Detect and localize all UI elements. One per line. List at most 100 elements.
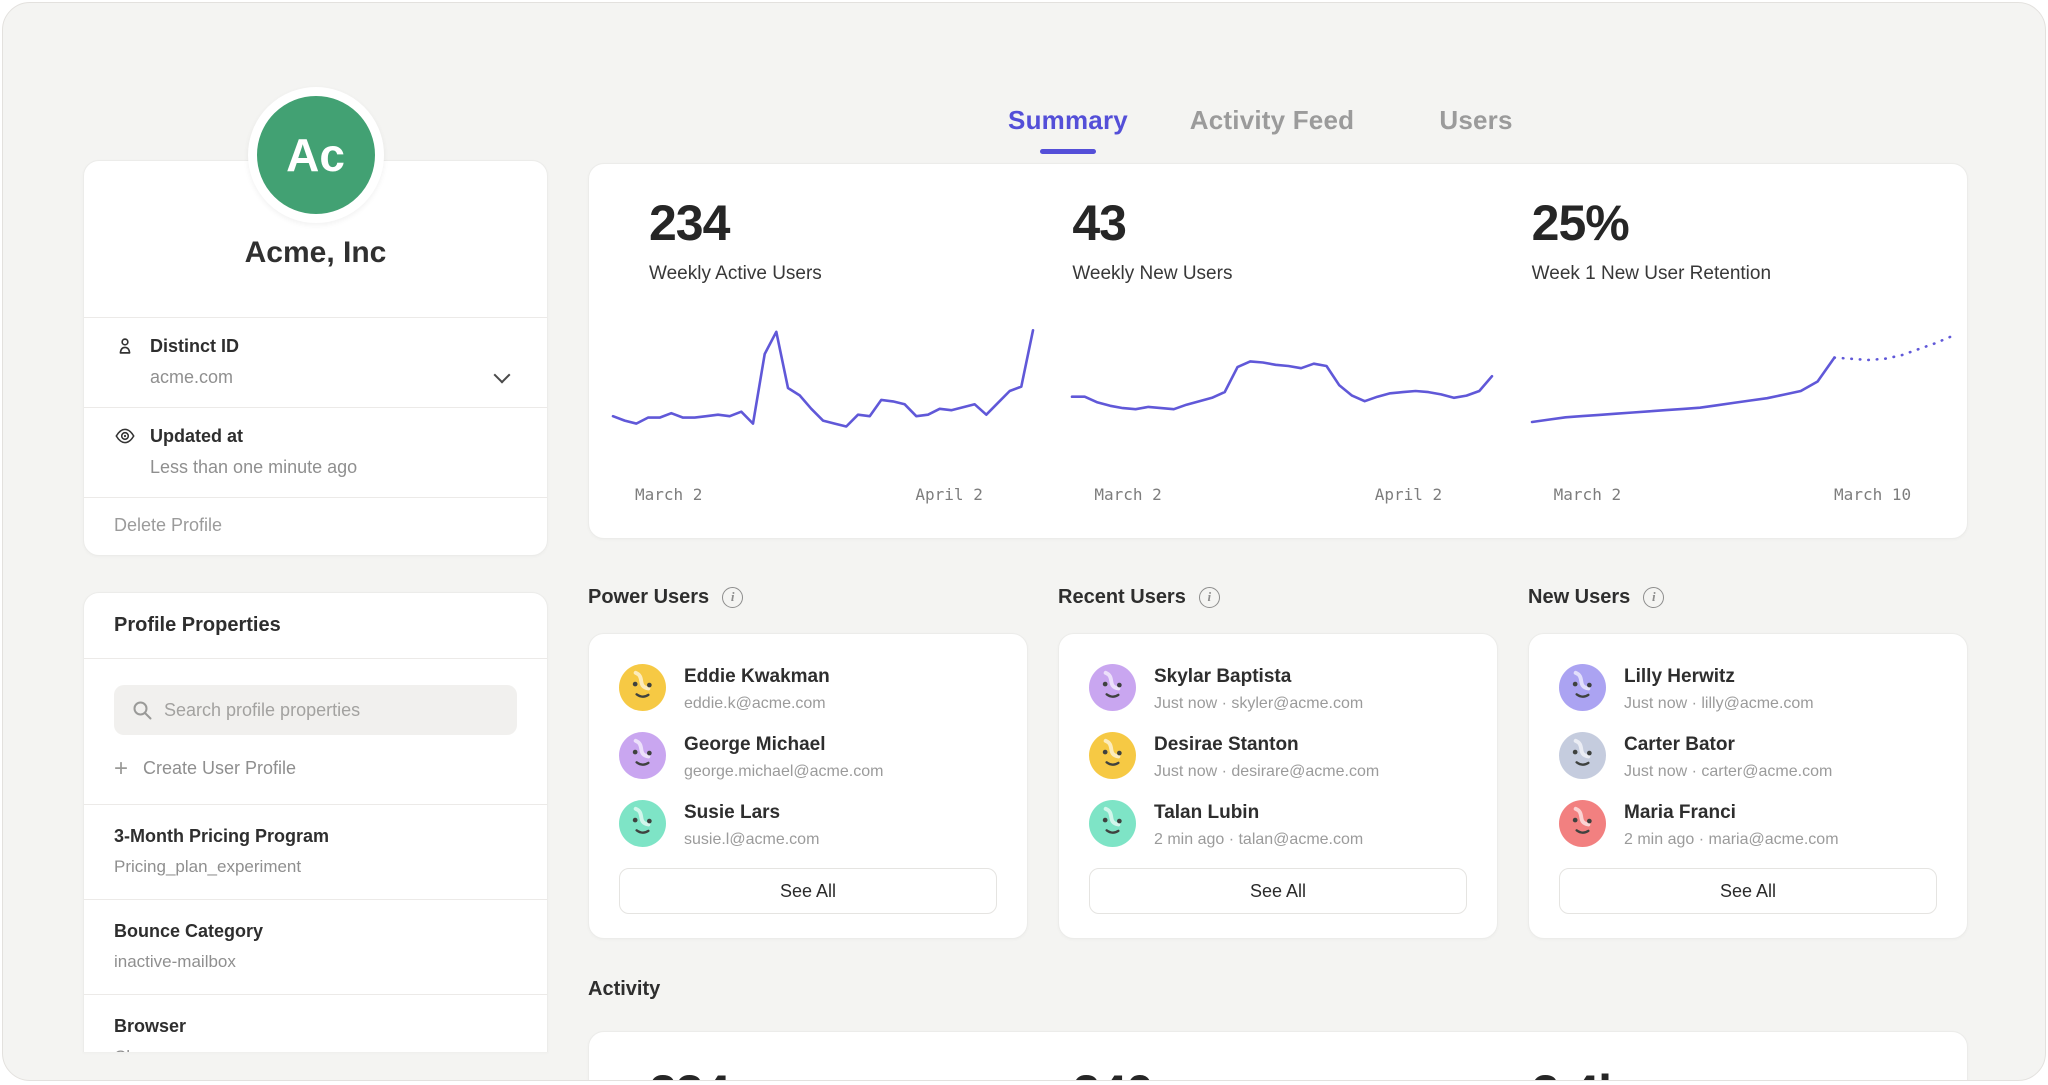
info-icon[interactable]: i [722, 587, 743, 608]
property-name: Bounce Category [114, 921, 517, 942]
stat-column: 43 Weekly New Users March 2 April 2 [1048, 164, 1507, 538]
property-value: Pricing_plan_experiment [114, 857, 517, 877]
user-list-item[interactable]: Eddie Kwakman eddie.k@acme.com [619, 664, 997, 713]
user-detail: eddie.k@acme.com [684, 695, 830, 713]
user-detail: Just now · carter@acme.com [1624, 763, 1832, 781]
stat-column: 25% Week 1 New User Retention March 2 Ma… [1508, 164, 1967, 538]
x-axis-label-end: April 2 [1375, 485, 1442, 504]
chevron-down-icon[interactable] [495, 369, 509, 383]
updated-at-label: Updated at [150, 426, 243, 447]
tab[interactable]: Activity Feed [1170, 105, 1374, 154]
tab-bar: Summary Activity Feed Users [966, 105, 1578, 154]
stat-label: Week 1 New User Retention [1532, 263, 1967, 285]
tab[interactable]: Summary [966, 105, 1170, 154]
distinct-id-value: acme.com [150, 367, 233, 387]
stat-value: 25% [1532, 198, 1967, 248]
profile-property-row[interactable]: 3-Month Pricing Program Pricing_plan_exp… [84, 804, 547, 899]
user-name: Maria Franci [1624, 800, 1839, 824]
eye-icon [114, 425, 136, 447]
info-icon[interactable]: i [1199, 587, 1220, 608]
see-all-button[interactable]: See All [1559, 868, 1937, 914]
profile-property-row[interactable]: Browser Chrome [84, 994, 547, 1052]
x-axis-label-start: March 2 [1094, 485, 1161, 504]
activity-stat-value: 3.4k [1508, 1068, 1967, 1081]
stat-label: Weekly New Users [1072, 263, 1507, 285]
stat-value: 43 [1072, 198, 1507, 248]
plus-icon: + [114, 760, 128, 778]
updated-at-value: Less than one minute ago [150, 457, 357, 477]
user-detail: Just now · lilly@acme.com [1624, 695, 1814, 713]
app-frame: Ac Acme, Inc Distinct ID acme.com [2, 2, 2046, 1081]
see-all-button[interactable]: See All [619, 868, 997, 914]
activity-card: 234 240 3.4k [588, 1031, 1968, 1081]
person-icon [114, 335, 136, 357]
user-list-item[interactable]: Maria Franci 2 min ago · maria@acme.com [1559, 800, 1937, 849]
power-users-section: Power Users i [588, 586, 1028, 939]
x-axis-label-end: March 10 [1834, 485, 1911, 504]
user-avatar [619, 732, 666, 779]
property-name: 3-Month Pricing Program [114, 826, 517, 847]
distinct-id-row: Distinct ID acme.com [84, 317, 547, 407]
x-axis-label-start: March 2 [1554, 485, 1621, 504]
user-detail: george.michael@acme.com [684, 763, 883, 781]
info-icon[interactable]: i [1643, 587, 1664, 608]
user-list-item[interactable]: Lilly Herwitz Just now · lilly@acme.com [1559, 664, 1937, 713]
user-name: Talan Lubin [1154, 800, 1363, 824]
property-value: inactive-mailbox [114, 952, 517, 972]
user-list-item[interactable]: Carter Bator Just now · carter@acme.com [1559, 732, 1937, 781]
user-list-item[interactable]: Skylar Baptista Just now · skyler@acme.c… [1089, 664, 1467, 713]
chart-x-axis: March 2 April 2 [613, 481, 1033, 511]
user-detail: Just now · desirare@acme.com [1154, 763, 1379, 781]
tab[interactable]: Users [1374, 105, 1578, 154]
create-user-profile-button[interactable]: + Create User Profile [84, 735, 547, 804]
user-avatar [619, 800, 666, 847]
user-name: Skylar Baptista [1154, 664, 1363, 688]
stat-column: 234 Weekly Active Users March 2 April 2 [589, 164, 1048, 538]
user-name: Desirae Stanton [1154, 732, 1379, 756]
chart-x-axis: March 2 March 10 [1532, 481, 1952, 511]
search-input[interactable] [114, 685, 517, 735]
new-users-card: Lilly Herwitz Just now · lilly@acme.com [1528, 633, 1968, 939]
stat-label: Weekly Active Users [649, 263, 1048, 285]
user-detail: susie.l@acme.com [684, 831, 819, 849]
user-name: Carter Bator [1624, 732, 1832, 756]
user-avatar [1559, 732, 1606, 779]
delete-profile-button[interactable]: Delete Profile [84, 497, 547, 555]
activity-stat-value: 234 [589, 1068, 1048, 1081]
user-name: Susie Lars [684, 800, 819, 824]
new-users-section: New Users i [1528, 586, 1968, 939]
x-axis-label-end: April 2 [915, 485, 982, 504]
user-avatar [1089, 664, 1136, 711]
create-user-profile-label: Create User Profile [143, 758, 296, 779]
profile-properties-list: 3-Month Pricing Program Pricing_plan_exp… [84, 804, 547, 1052]
updated-at-row: Updated at Less than one minute ago [84, 407, 547, 497]
power-users-title: Power Users [588, 586, 709, 609]
property-name: Browser [114, 1016, 517, 1037]
profile-properties-title: Profile Properties [84, 593, 547, 658]
user-list-item[interactable]: Talan Lubin 2 min ago · talan@acme.com [1089, 800, 1467, 849]
chart-x-axis: March 2 April 2 [1072, 481, 1492, 511]
see-all-button[interactable]: See All [1089, 868, 1467, 914]
user-list-item[interactable]: Desirae Stanton Just now · desirare@acme… [1089, 732, 1467, 781]
user-avatar [1089, 800, 1136, 847]
recent-users-card: Skylar Baptista Just now · skyler@acme.c… [1058, 633, 1498, 939]
summary-stats-card: 234 Weekly Active Users March 2 April 2 … [588, 163, 1968, 539]
line-chart [1072, 311, 1492, 471]
user-detail: 2 min ago · maria@acme.com [1624, 831, 1839, 849]
user-list-item[interactable]: George Michael george.michael@acme.com [619, 732, 997, 781]
user-list-item[interactable]: Susie Lars susie.l@acme.com [619, 800, 997, 849]
x-axis-label-start: March 2 [635, 485, 702, 504]
recent-users-section: Recent Users i [1058, 586, 1498, 939]
stat-value: 234 [649, 198, 1048, 248]
profile-property-row[interactable]: Bounce Category inactive-mailbox [84, 899, 547, 994]
recent-users-title: Recent Users [1058, 586, 1186, 609]
user-detail: 2 min ago · talan@acme.com [1154, 831, 1363, 849]
profile-sidebar: Ac Acme, Inc Distinct ID acme.com [83, 3, 548, 1052]
user-avatar [619, 664, 666, 711]
activity-stat-value: 240 [1048, 1068, 1507, 1081]
user-name: Lilly Herwitz [1624, 664, 1814, 688]
user-avatar [1089, 732, 1136, 779]
line-chart [613, 311, 1033, 471]
user-name: George Michael [684, 732, 883, 756]
profile-properties-search [84, 658, 547, 735]
